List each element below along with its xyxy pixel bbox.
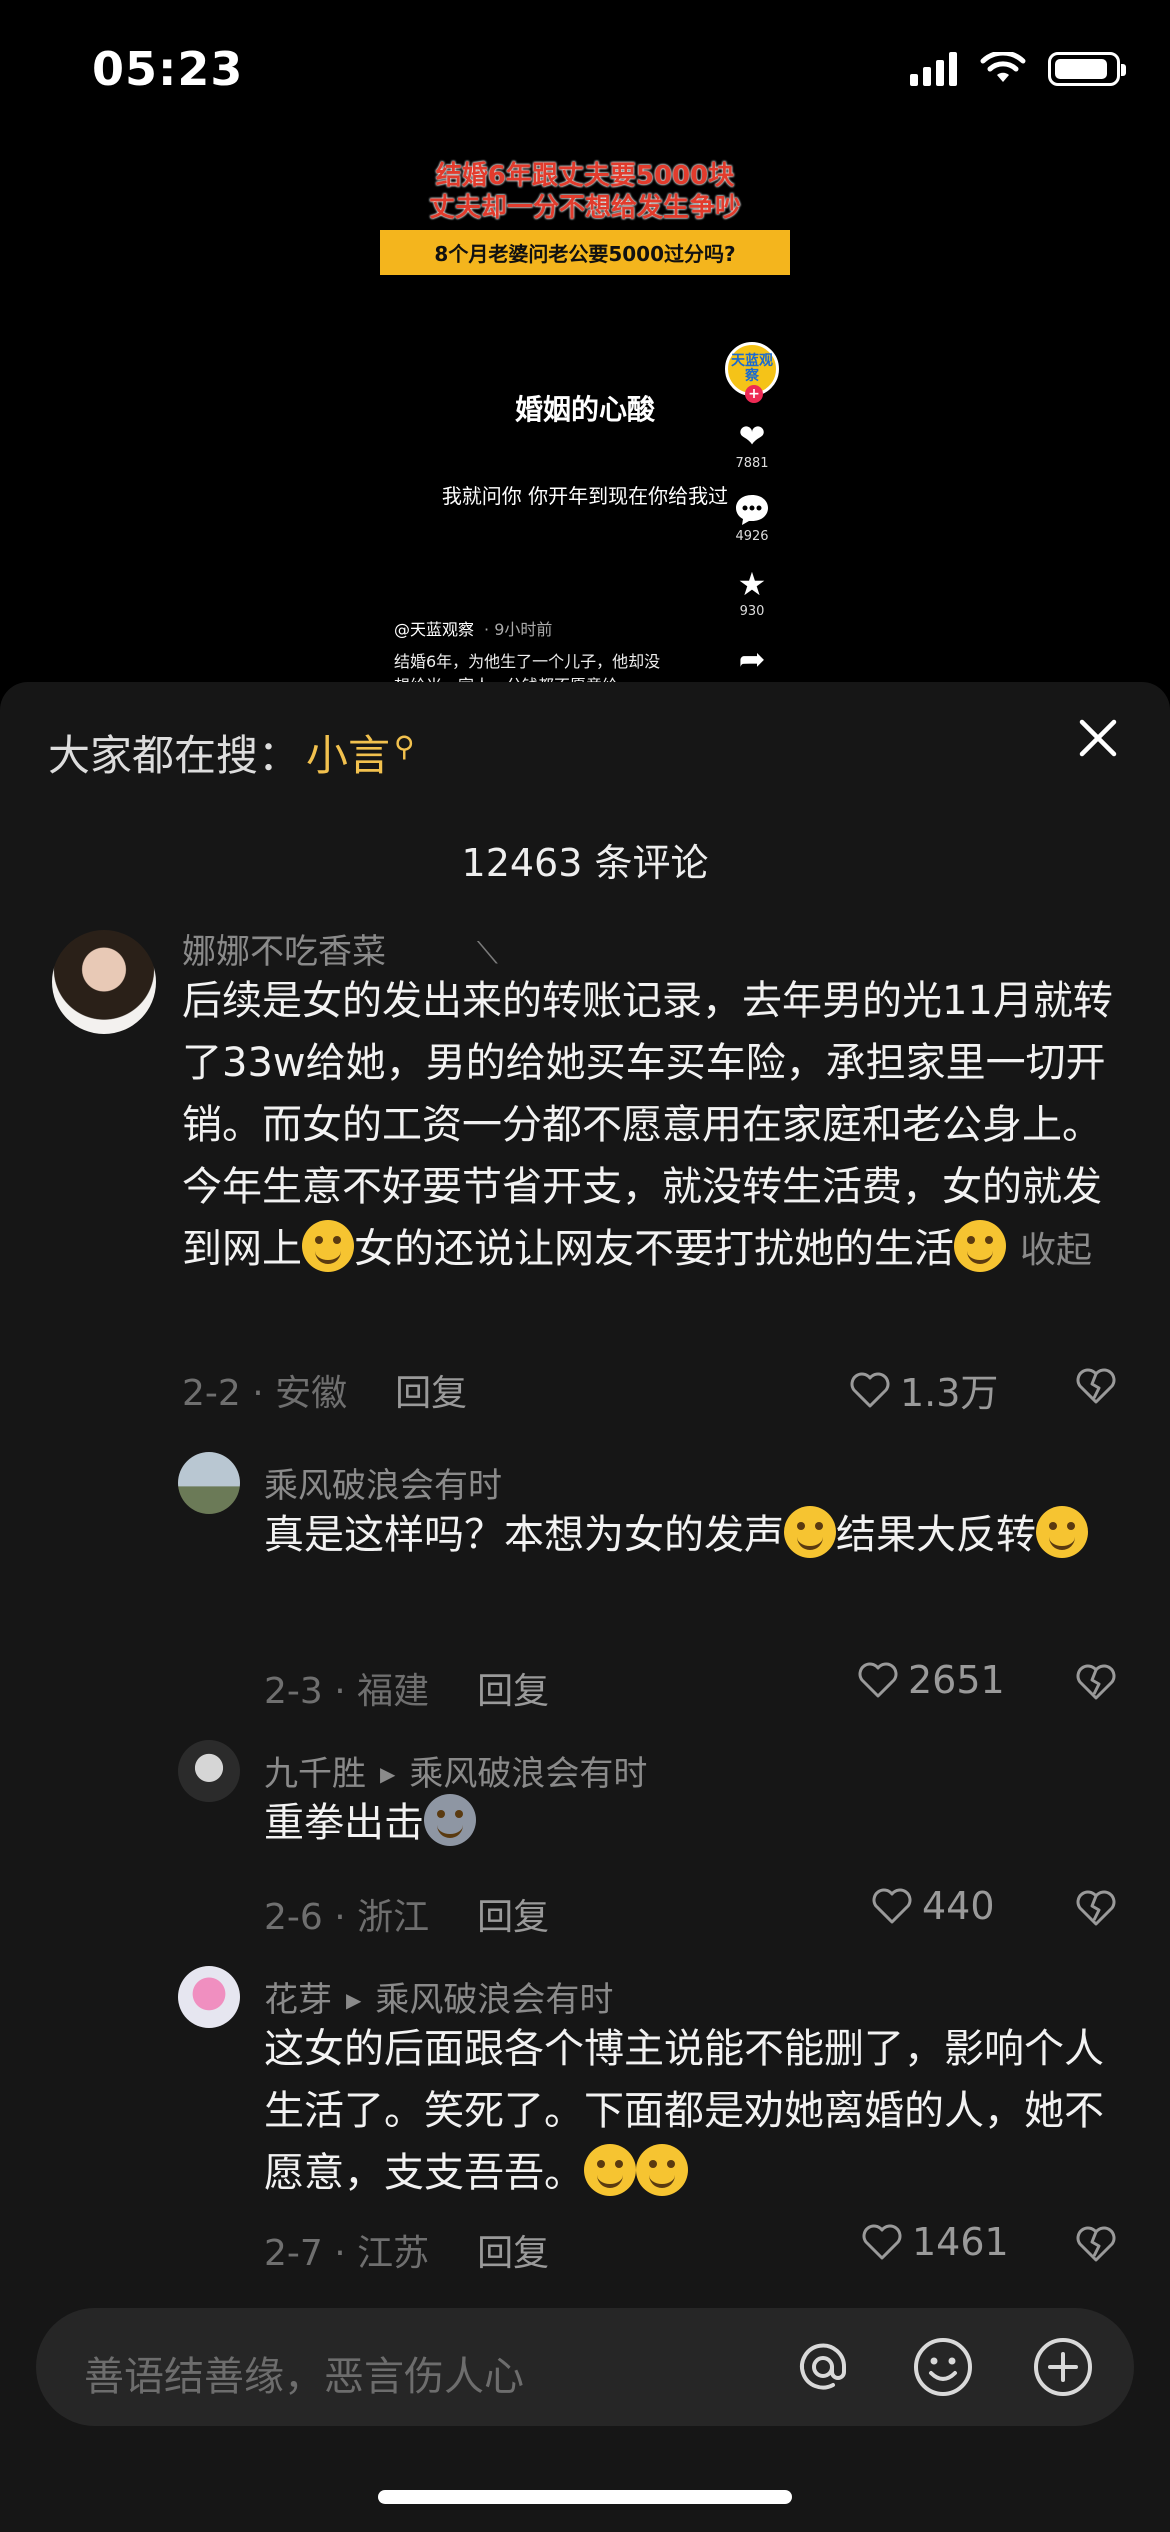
close-icon[interactable]	[1074, 714, 1122, 762]
favorite-count: 930	[739, 604, 765, 619]
follow-plus-icon[interactable]: +	[745, 385, 763, 403]
battery-icon	[1048, 52, 1126, 86]
search-keyword[interactable]: 小言	[306, 722, 390, 783]
banner-subtitle: 8个月老婆问老公要5000过分吗?	[380, 230, 790, 275]
home-indicator[interactable]	[378, 2490, 792, 2504]
like-button[interactable]: 1.3万	[850, 1362, 998, 1417]
avatar[interactable]	[178, 1740, 240, 1802]
rofl-emoji-icon	[1036, 1506, 1088, 1558]
comment-input-bar[interactable]: 善语结善缘，恶言伤人心	[36, 2308, 1134, 2426]
rofl-emoji-icon	[636, 2144, 688, 2196]
like-button[interactable]: 440	[872, 1884, 995, 1928]
comment-icon	[736, 495, 768, 525]
dislike-icon[interactable]	[1076, 1890, 1116, 1926]
star-icon: ★	[737, 565, 767, 603]
heart-icon	[858, 1662, 898, 1698]
trending-search[interactable]: 大家都在搜： 小言 ⚲	[48, 722, 415, 783]
status-time: 05:23	[92, 42, 244, 96]
favorite-action[interactable]: ★ 930	[738, 566, 767, 619]
banner-title-line-2: 丈夫却一分不想给发生争吵	[428, 193, 741, 223]
comment-panel: 大家都在搜： 小言 ⚲ 12463 条评论 娜娜不吃香菜 ⟍ 后续是女的发出来的…	[0, 682, 1170, 2532]
heart-icon	[862, 2224, 902, 2260]
comment-text: 这女的后面跟各个博主说能不能删了，影响个人生活了。笑死了。下面都是劝她离婚的人，…	[264, 2026, 1104, 2196]
at-icon[interactable]	[792, 2336, 854, 2398]
heart-icon	[850, 1372, 890, 1407]
reply-button[interactable]: 回复	[477, 1671, 549, 1712]
comment-count: 12463 条评论	[461, 841, 709, 885]
like-button[interactable]: 2651	[858, 1658, 1005, 1702]
comment-action[interactable]: 4926	[734, 493, 770, 544]
emoji-icon[interactable]	[912, 2336, 974, 2398]
collapse-button[interactable]: 收起	[1020, 1230, 1092, 1271]
status-bar: 05:23	[0, 0, 1170, 150]
avatar[interactable]	[178, 1452, 240, 1514]
wifi-icon	[980, 52, 1026, 82]
heart-icon	[872, 1888, 912, 1924]
video-title: 婚姻的心酸	[514, 393, 655, 426]
comment-meta: 2-7 · 江苏 回复	[264, 2233, 550, 2274]
plus-icon[interactable]	[1032, 2336, 1094, 2398]
squinting-emoji-icon	[784, 1506, 836, 1558]
search-label: 大家都在搜：	[48, 731, 301, 780]
comment-count-small: 4926	[735, 529, 769, 544]
comment-text: 重拳出击	[264, 1792, 1124, 1854]
heart-icon: ❤	[738, 417, 766, 455]
posted-ago: · 9小时前	[484, 620, 553, 639]
reply-button[interactable]: 回复	[395, 1373, 467, 1414]
comment-meta: 2-6 · 浙江 回复	[264, 1897, 550, 1938]
avatar[interactable]	[52, 930, 156, 1034]
comment-meta: 2-3 · 福建 回复	[264, 1671, 550, 1712]
banner-title-line-1: 结婚6年跟丈夫要5000块	[435, 161, 735, 191]
wolf-emoji-icon	[424, 1794, 476, 1846]
video-author[interactable]: @天蓝观察 · 9小时前	[394, 616, 552, 640]
search-icon: ⚲	[394, 730, 415, 763]
comment-input[interactable]: 善语结善缘，恶言伤人心	[84, 2344, 524, 2402]
like-count: 7881	[735, 456, 769, 471]
video-player[interactable]: 结婚6年跟丈夫要5000块 丈夫却一分不想给发生争吵 8个月老婆问老公要5000…	[0, 130, 1170, 695]
reply-button[interactable]: 回复	[477, 2233, 549, 2274]
rofl-emoji-icon	[584, 2144, 636, 2196]
reply-arrow-icon: ▶	[346, 1988, 362, 2012]
comment-meta: 2-2 · 安徽 回复	[182, 1373, 468, 1414]
signal-icon	[910, 52, 957, 86]
share-icon: ➦	[738, 640, 766, 678]
side-actions: 天蓝观察 + ❤ 7881 4926 ★ 930 ➦	[722, 342, 782, 677]
grinning-sweat-emoji-icon	[954, 1220, 1006, 1272]
avatar[interactable]	[178, 1966, 240, 2028]
comment-author[interactable]: 花芽 ▶ 乘风破浪会有时	[264, 1972, 613, 2021]
comment-text: 真是这样吗？本想为女的发声 结果大反转	[264, 1504, 1124, 1566]
comment-author[interactable]: 乘风破浪会有时	[264, 1458, 502, 1507]
comment-author[interactable]: 九千胜 ▶ 乘风破浪会有时	[264, 1746, 647, 1795]
share-action[interactable]: ➦	[739, 641, 766, 677]
status-icons	[910, 52, 1126, 86]
comment-text: 后续是女的发出来的转账记录，去年男的光11月就转了33w给她，男的给她买车买车险…	[182, 978, 1113, 1272]
dislike-icon[interactable]	[1076, 2226, 1116, 2262]
like-action[interactable]: ❤ 7881	[735, 418, 768, 471]
author-avatar[interactable]: 天蓝观察 +	[725, 342, 779, 403]
comment-author[interactable]: 娜娜不吃香菜 ⟍	[182, 924, 498, 973]
reply-arrow-icon: ▶	[380, 1762, 396, 1786]
pleading-emoji-icon	[302, 1220, 354, 1272]
dislike-icon[interactable]	[1076, 1664, 1116, 1700]
like-button[interactable]: 1461	[862, 2220, 1009, 2264]
reply-button[interactable]: 回复	[477, 1897, 549, 1938]
dislike-icon[interactable]	[1076, 1368, 1116, 1404]
video-banner: 结婚6年跟丈夫要5000块 丈夫却一分不想给发生争吵 8个月老婆问老公要5000…	[380, 160, 790, 275]
